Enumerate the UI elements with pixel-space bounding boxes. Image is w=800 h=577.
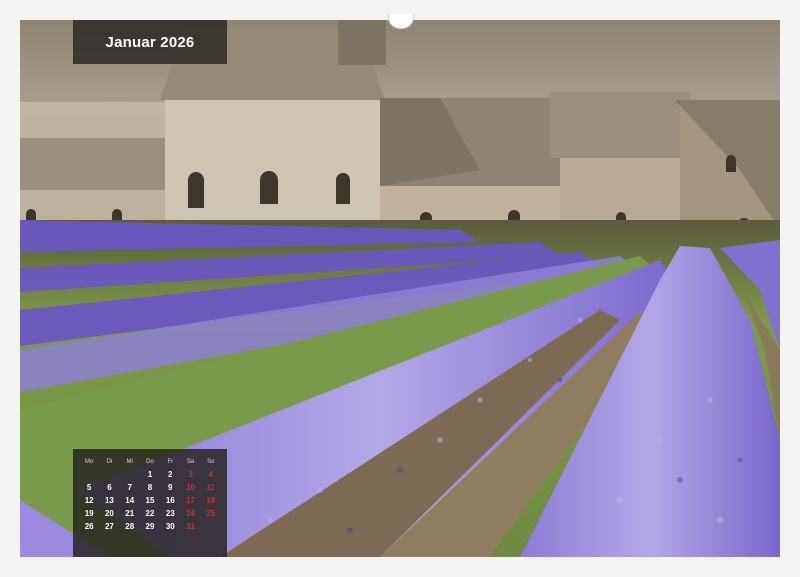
calendar-day: 22	[145, 509, 155, 518]
calendar-day: 26	[84, 522, 94, 531]
calendar-day: 13	[104, 496, 114, 505]
calendar-day: 27	[104, 522, 114, 531]
month-title: Januar 2026	[105, 33, 195, 51]
calendar-day: 30	[165, 522, 175, 531]
calendar-day: 19	[84, 509, 94, 518]
calendar-day: 25	[206, 509, 216, 518]
weekday-header: So	[207, 459, 215, 465]
calendar-day: 24	[186, 509, 196, 518]
weekday-header: Mi	[126, 459, 133, 465]
calendar-day: 28	[125, 522, 135, 531]
calendar-page: Januar 2026 MoDiMiDoFrSaSo00012345678910…	[0, 0, 800, 577]
calendar-day: 10	[186, 483, 196, 492]
weekday-header: Mo	[84, 459, 94, 465]
calendar-day: 23	[165, 509, 175, 518]
calendar-day: 29	[145, 522, 155, 531]
calendar-day: 20	[104, 509, 114, 518]
calendar-day: 1	[147, 470, 153, 479]
weekday-header: Sa	[186, 459, 195, 465]
calendar-day: 9	[168, 483, 173, 492]
calendar-day: 3	[188, 470, 193, 479]
weekday-header: Di	[106, 459, 113, 465]
calendar-day: 2	[168, 470, 173, 479]
calendar-day: 15	[145, 496, 155, 505]
mini-calendar: MoDiMiDoFrSaSo00012345678910111213141516…	[73, 449, 227, 557]
calendar-day: 17	[186, 496, 196, 505]
calendar-day: 18	[206, 496, 216, 505]
calendar-day: 6	[107, 483, 112, 492]
calendar-grid: MoDiMiDoFrSaSo00012345678910111213141516…	[79, 457, 221, 532]
calendar-day: 14	[125, 496, 135, 505]
calendar-day: 4	[208, 470, 214, 479]
calendar-day: 12	[84, 496, 94, 505]
weekday-header: Do	[146, 459, 154, 465]
calendar-day: 16	[165, 496, 175, 505]
calendar-day: 21	[125, 509, 135, 518]
calendar-day: 11	[206, 483, 216, 492]
calendar-day: 5	[86, 483, 92, 492]
calendar-day: 8	[147, 483, 153, 492]
month-title-box: Januar 2026	[73, 20, 227, 64]
calendar-day: 7	[127, 483, 132, 492]
calendar-day: 31	[186, 522, 196, 531]
weekday-header: Fr	[167, 459, 174, 465]
